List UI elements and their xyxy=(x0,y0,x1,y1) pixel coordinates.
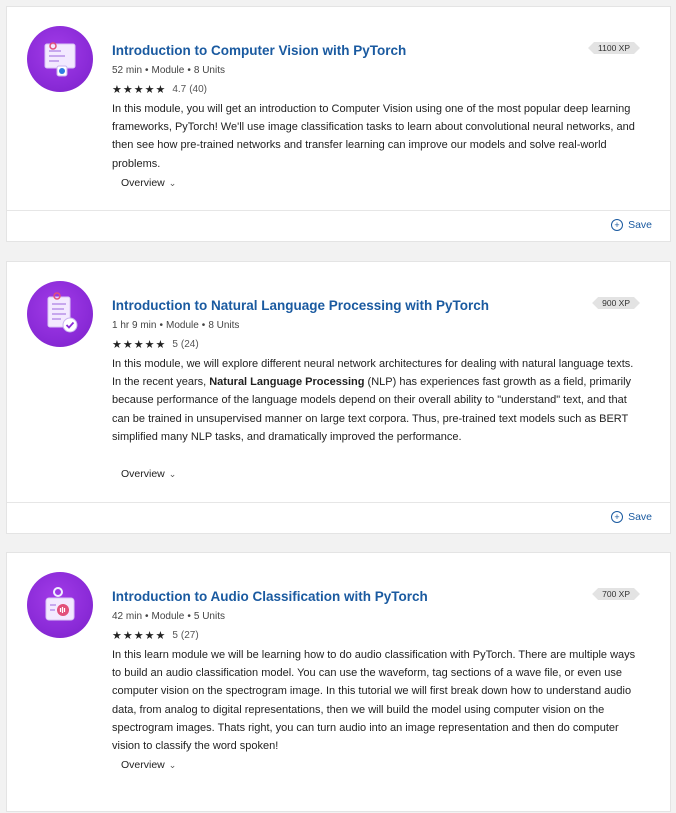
rating-score: 5 xyxy=(172,630,178,641)
card-body: Introduction to Natural Language Process… xyxy=(7,262,670,505)
overview-label: Overview xyxy=(121,177,165,189)
rating-count: (24) xyxy=(180,339,199,350)
card-footer: + Save xyxy=(7,210,670,241)
module-meta: 42 min • Module • 5 Units xyxy=(112,611,225,622)
module-type: Module xyxy=(151,611,185,622)
rating-count: (27) xyxy=(180,630,199,641)
module-title[interactable]: Introduction to Computer Vision with PyT… xyxy=(112,43,406,58)
document-check-icon xyxy=(27,281,93,347)
module-description: In this module, we will explore differen… xyxy=(112,355,642,446)
rating: ★★★★★ 4.7 (40) xyxy=(112,83,207,96)
description-emphasis: Natural Language Processing xyxy=(209,376,365,389)
plus-circle-icon: + xyxy=(611,511,624,523)
rating-count: (40) xyxy=(189,84,208,95)
computer-vision-icon xyxy=(27,26,93,92)
overview-label: Overview xyxy=(121,468,165,480)
rating-score: 4.7 xyxy=(172,84,187,95)
xp-badge: 700 XP xyxy=(592,588,640,600)
unit-count: 8 Units xyxy=(193,65,225,76)
plus-circle-icon: + xyxy=(611,219,624,231)
card-footer: + Save xyxy=(7,502,670,533)
rating-score: 5 xyxy=(172,339,178,350)
duration: 1 hr 9 min xyxy=(112,320,157,331)
module-description: In this module, you will get an introduc… xyxy=(112,103,635,170)
unit-count: 5 Units xyxy=(193,611,225,622)
duration: 52 min xyxy=(112,65,143,76)
module-title[interactable]: Introduction to Audio Classification wit… xyxy=(112,589,428,604)
bullet: • xyxy=(145,611,149,622)
unit-count: 8 Units xyxy=(208,320,240,331)
module-type: Module xyxy=(165,320,199,331)
module-card: Introduction to Natural Language Process… xyxy=(6,261,671,534)
xp-badge: 1100 XP xyxy=(588,42,640,54)
card-body: Introduction to Computer Vision with PyT… xyxy=(7,7,670,213)
module-description: In this learn module we will be learning… xyxy=(112,649,636,753)
overview-toggle[interactable]: Overview ⌄ xyxy=(121,468,176,480)
bullet: • xyxy=(145,65,149,76)
chevron-down-icon: ⌄ xyxy=(168,178,177,188)
star-rating-icon: ★★★★★ xyxy=(112,339,167,351)
duration: 42 min xyxy=(112,611,143,622)
overview-toggle[interactable]: Overview ⌄ xyxy=(121,759,176,771)
chevron-down-icon: ⌄ xyxy=(168,469,177,479)
overview-toggle[interactable]: Overview ⌄ xyxy=(121,177,176,189)
bullet: • xyxy=(187,611,191,622)
card-body: Introduction to Audio Classification wit… xyxy=(7,553,670,813)
save-button[interactable]: + Save xyxy=(611,219,652,231)
save-label: Save xyxy=(628,511,652,523)
rating: ★★★★★ 5 (27) xyxy=(112,629,199,642)
rating: ★★★★★ 5 (24) xyxy=(112,338,199,351)
module-meta: 1 hr 9 min • Module • 8 Units xyxy=(112,320,239,331)
module-meta: 52 min • Module • 8 Units xyxy=(112,65,225,76)
save-label: Save xyxy=(628,219,652,231)
module-card: Introduction to Audio Classification wit… xyxy=(6,552,671,812)
bullet: • xyxy=(187,65,191,76)
audio-badge-icon xyxy=(27,572,93,638)
save-button[interactable]: + Save xyxy=(611,511,652,523)
bullet: • xyxy=(159,320,163,331)
chevron-down-icon: ⌄ xyxy=(168,760,177,770)
module-title[interactable]: Introduction to Natural Language Process… xyxy=(112,298,489,313)
star-rating-icon: ★★★★★ xyxy=(112,630,167,642)
star-rating-icon: ★★★★★ xyxy=(112,84,167,96)
overview-label: Overview xyxy=(121,759,165,771)
module-type: Module xyxy=(151,65,185,76)
bullet: • xyxy=(201,320,206,331)
xp-badge: 900 XP xyxy=(592,297,640,309)
module-card: Introduction to Computer Vision with PyT… xyxy=(6,6,671,242)
